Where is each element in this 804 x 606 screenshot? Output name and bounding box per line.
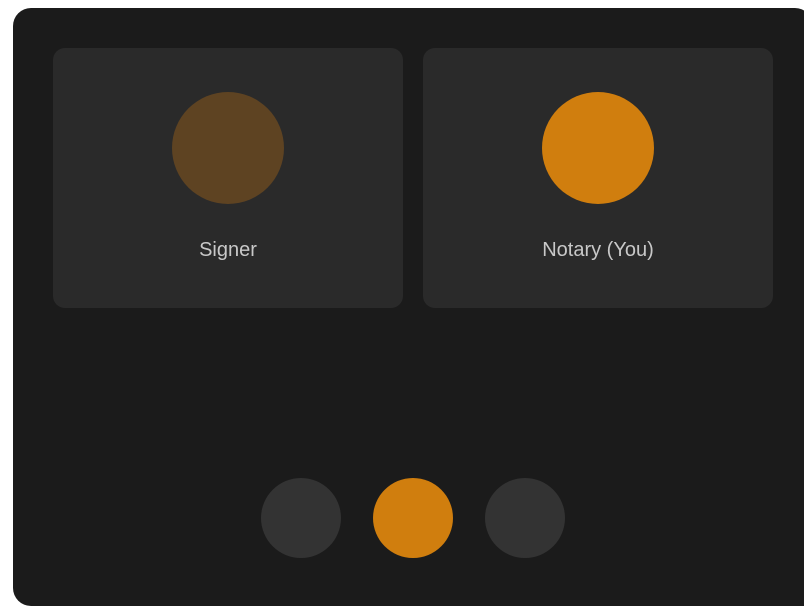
control-button-center[interactable] bbox=[373, 478, 453, 558]
notary-avatar bbox=[542, 92, 654, 204]
signer-avatar bbox=[172, 92, 284, 204]
participant-tile-notary: Notary (You) bbox=[423, 48, 773, 308]
video-call-window: Signer Notary (You) bbox=[13, 8, 804, 606]
control-button-right[interactable] bbox=[485, 478, 565, 558]
notary-label: Notary (You) bbox=[542, 239, 654, 261]
participant-tile-signer: Signer bbox=[53, 48, 403, 308]
control-button-left[interactable] bbox=[261, 478, 341, 558]
call-controls bbox=[261, 478, 565, 558]
participant-tiles: Signer Notary (You) bbox=[53, 48, 773, 308]
signer-label: Signer bbox=[199, 239, 257, 261]
